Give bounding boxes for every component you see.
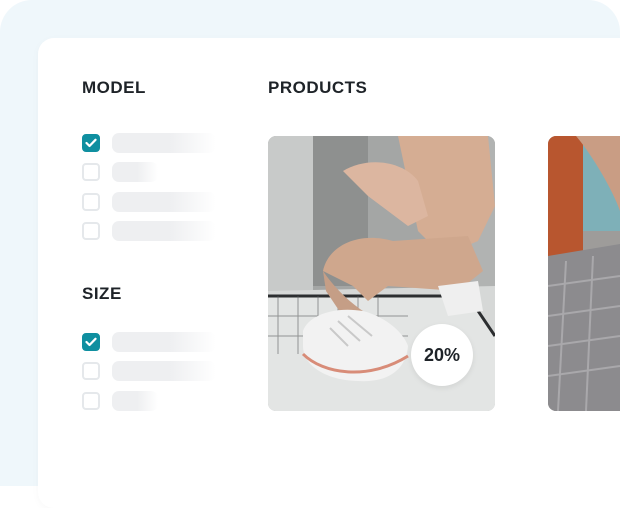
model-option[interactable]	[82, 187, 232, 217]
model-filter-heading: MODEL	[82, 78, 146, 97]
check-icon	[85, 337, 97, 346]
model-option-label-placeholder	[112, 162, 158, 183]
size-filter-list	[82, 327, 232, 416]
size-option-label-placeholder	[112, 390, 158, 411]
model-option-label-placeholder	[112, 191, 216, 212]
check-icon	[85, 138, 97, 147]
size-option-label-placeholder	[112, 331, 216, 352]
size-option[interactable]	[82, 327, 232, 357]
product-card[interactable]: 20%	[268, 136, 495, 411]
products-heading: PRODUCTS	[268, 78, 368, 97]
size-option-checkbox[interactable]	[82, 362, 100, 381]
model-option-checkbox[interactable]	[82, 163, 100, 182]
size-option[interactable]	[82, 357, 232, 387]
product-card[interactable]	[548, 136, 620, 411]
model-filter-list	[82, 128, 232, 246]
size-option-label-placeholder	[112, 361, 216, 382]
model-option-label-placeholder	[112, 221, 216, 242]
model-option[interactable]	[82, 158, 232, 188]
model-option-checkbox[interactable]	[82, 133, 100, 152]
model-option-label-placeholder	[112, 132, 216, 153]
model-option-checkbox[interactable]	[82, 222, 100, 241]
size-option-checkbox[interactable]	[82, 332, 100, 351]
product-image	[548, 136, 620, 411]
size-filter-heading: SIZE	[82, 284, 122, 303]
model-option[interactable]	[82, 217, 232, 247]
discount-badge: 20%	[411, 324, 473, 386]
model-option[interactable]	[82, 128, 232, 158]
size-option-checkbox[interactable]	[82, 391, 100, 410]
model-option-checkbox[interactable]	[82, 192, 100, 211]
size-option[interactable]	[82, 386, 232, 416]
